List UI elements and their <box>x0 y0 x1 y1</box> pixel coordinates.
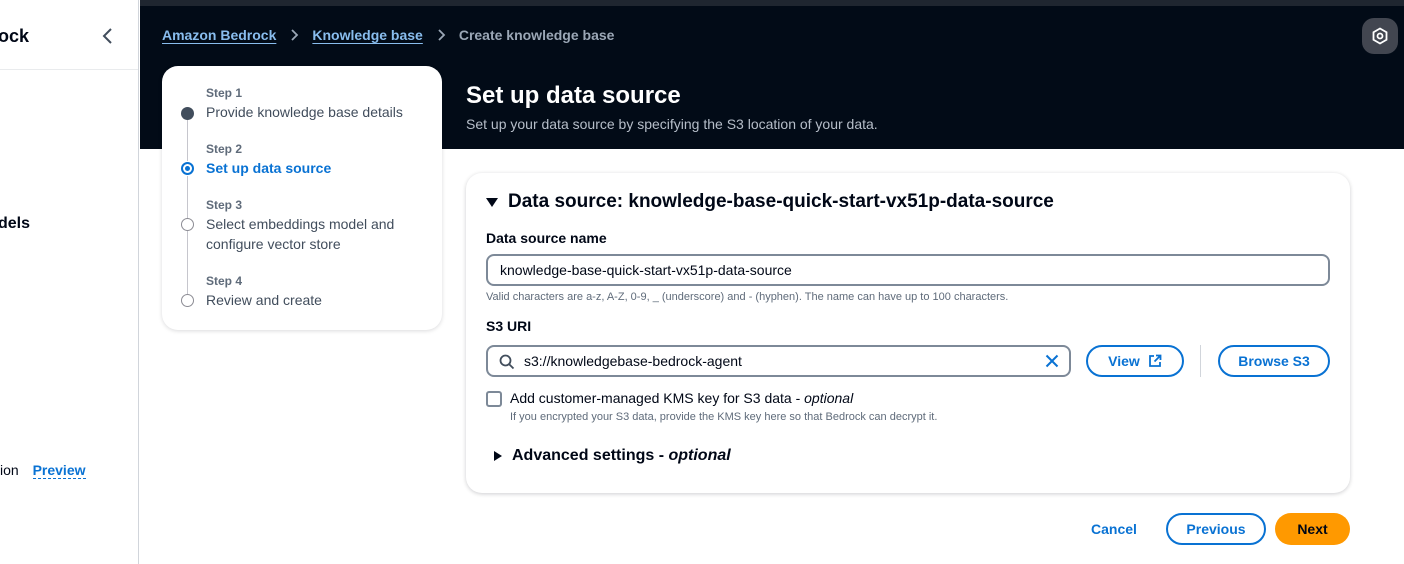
collapse-sidebar-icon[interactable] <box>100 26 116 46</box>
advanced-settings-expander[interactable]: Advanced settings - optional <box>494 447 731 465</box>
data-source-expander[interactable]: Data source: knowledge-base-quick-start-… <box>486 191 1054 213</box>
breadcrumb: Amazon Bedrock Knowledge base Create kno… <box>162 27 614 43</box>
breadcrumb-current: Create knowledge base <box>458 27 615 43</box>
wizard-step-4: Step 4 Review and create <box>206 274 322 310</box>
kms-key-description: If you encrypted your S3 data, provide t… <box>510 411 938 423</box>
clear-icon[interactable] <box>1045 354 1059 373</box>
s3-uri-field <box>486 345 1071 377</box>
s3-uri-input[interactable] <box>524 347 1024 375</box>
page-title: Set up data source <box>466 82 681 109</box>
caret-down-icon <box>486 197 498 207</box>
step-label: Review and create <box>206 292 322 308</box>
step-active-icon <box>181 162 194 175</box>
step-number: Step 3 <box>206 198 243 212</box>
step-connector <box>187 176 188 218</box>
data-source-container: Data source: knowledge-base-quick-start-… <box>466 173 1350 493</box>
chevron-right-icon <box>291 29 299 41</box>
external-link-icon <box>1148 354 1162 367</box>
kms-key-checkbox[interactable] <box>486 391 502 407</box>
wizard-step-3: Step 3 Select embeddings model and confi… <box>206 198 394 254</box>
step-label-line2: configure vector store <box>206 236 341 252</box>
side-navigation: ock dels ion Preview <box>0 0 139 564</box>
view-s3-button[interactable]: View <box>1086 345 1184 377</box>
sidebar-header: ock <box>0 0 138 70</box>
step-label: Set up data source <box>206 160 332 176</box>
preview-badge-link[interactable]: Preview <box>32 462 86 479</box>
advanced-settings-text: Advanced settings - <box>512 447 669 464</box>
kms-key-label[interactable]: Add customer-managed KMS key for S3 data… <box>510 390 853 406</box>
page-heading: Set up data source Set up your data sour… <box>466 82 878 132</box>
previous-button[interactable]: Previous <box>1166 513 1266 545</box>
settings-hexagon-icon[interactable] <box>1362 18 1398 54</box>
view-button-label: View <box>1108 353 1140 369</box>
step-pending-icon <box>181 218 194 231</box>
page-description: Set up your data source by specifying th… <box>466 116 878 132</box>
sidebar-item-preview: ion Preview <box>0 462 86 479</box>
chevron-right-icon <box>438 29 446 41</box>
step-connector <box>187 231 188 294</box>
s3-uri-label: S3 URI <box>486 318 532 334</box>
step-number: Step 1 <box>206 86 243 100</box>
divider <box>1200 345 1201 377</box>
next-button[interactable]: Next <box>1275 513 1350 545</box>
data-source-title: Data source: knowledge-base-quick-start-… <box>508 191 1054 212</box>
advanced-settings-label: Advanced settings - optional <box>512 447 731 465</box>
optional-text: optional <box>668 447 731 464</box>
breadcrumb-link-knowledge-base[interactable]: Knowledge base <box>312 27 422 43</box>
optional-text: optional <box>804 390 854 406</box>
data-source-name-label: Data source name <box>486 230 607 246</box>
caret-right-icon <box>494 451 502 461</box>
data-source-name-hint: Valid characters are a-z, A-Z, 0-9, _ (u… <box>486 291 1009 303</box>
breadcrumb-link-bedrock[interactable]: Amazon Bedrock <box>162 27 276 43</box>
wizard-step-2: Step 2 Set up data source <box>206 142 331 178</box>
data-source-name-input[interactable] <box>486 254 1330 286</box>
step-completed-icon <box>181 107 194 120</box>
sidebar-item-label[interactable]: ion <box>0 462 19 478</box>
step-pending-icon <box>181 294 194 307</box>
cancel-button[interactable]: Cancel <box>1080 513 1148 545</box>
sidebar-item-models[interactable]: dels <box>0 215 30 233</box>
sidebar-title: ock <box>0 26 30 46</box>
step-label-line1: Select embeddings model and <box>206 216 395 232</box>
search-icon <box>499 354 515 375</box>
step-label: Provide knowledge base details <box>206 104 403 120</box>
wizard-step-1[interactable]: Step 1 Provide knowledge base details <box>206 86 403 122</box>
step-number: Step 2 <box>206 142 243 156</box>
step-number: Step 4 <box>206 274 243 288</box>
kms-key-label-text: Add customer-managed KMS key for S3 data… <box>510 390 805 406</box>
browse-s3-button[interactable]: Browse S3 <box>1218 345 1330 377</box>
step-connector <box>187 119 188 161</box>
